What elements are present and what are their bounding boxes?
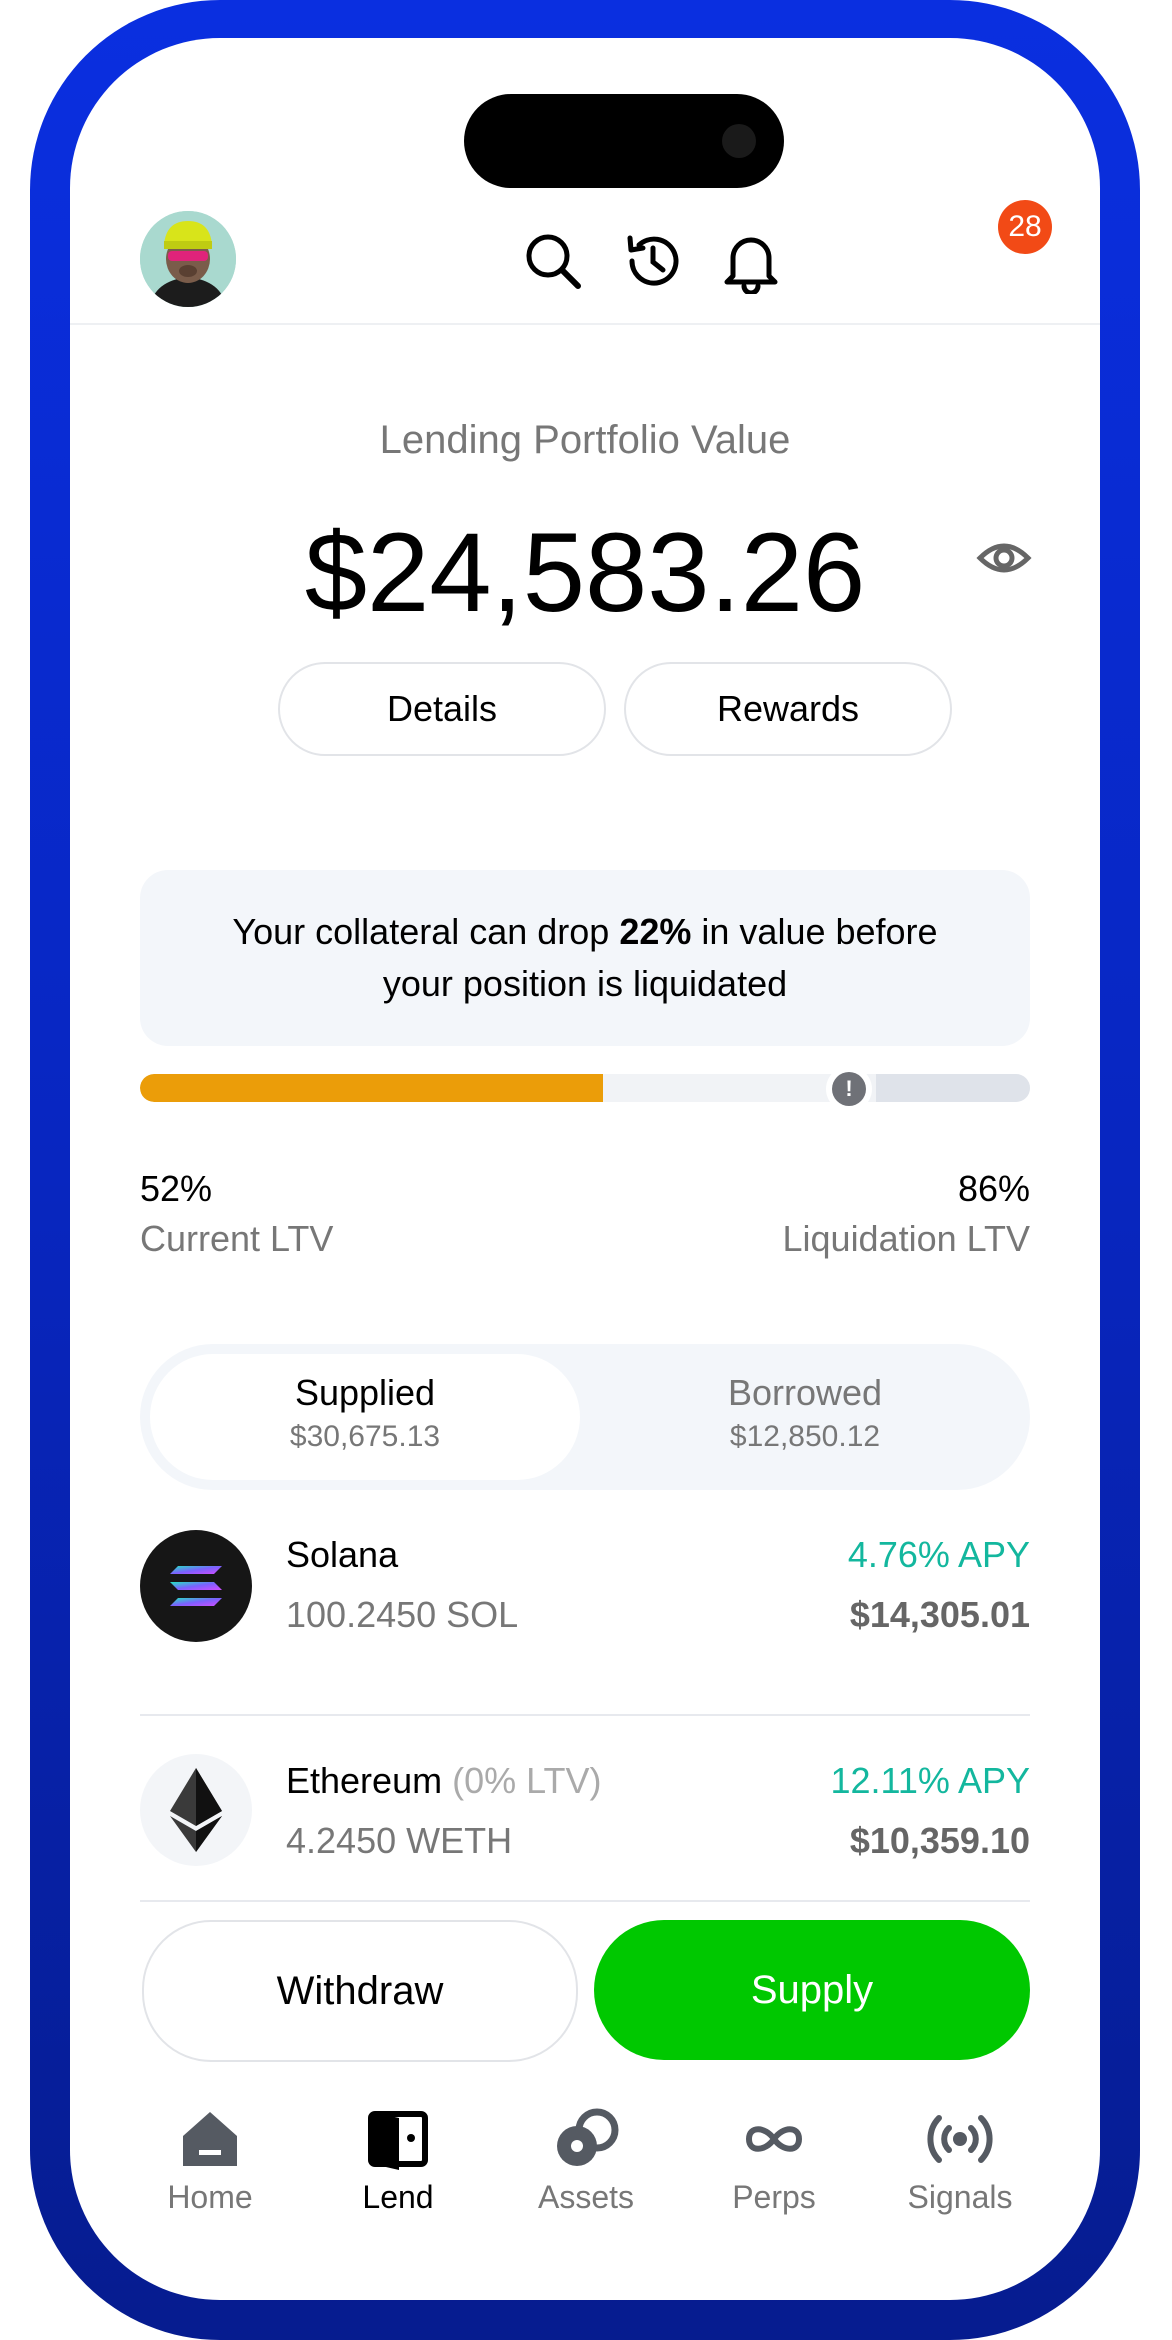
- search-icon[interactable]: [518, 226, 588, 296]
- current-ltv-label: Current LTV: [140, 1218, 334, 1259]
- liquidation-ltv-label: Liquidation LTV: [782, 1218, 1031, 1259]
- row-divider: [140, 1900, 1030, 1902]
- solana-icon: [140, 1530, 252, 1642]
- assets-icon: [557, 2108, 619, 2166]
- dynamic-island: [464, 94, 784, 188]
- asset-name: Ethereum: [286, 1760, 443, 1801]
- nav-assets[interactable]: Assets: [516, 2108, 656, 2216]
- tab-borrowed-label: Borrowed: [727, 1372, 883, 1413]
- notice-line2: your position is liquidated: [382, 963, 788, 1004]
- home-icon: [183, 2112, 237, 2166]
- lend-icon: [368, 2111, 428, 2170]
- asset-amount: 100.2450 SOL: [286, 1594, 519, 1635]
- liquidation-notice: Your collateral can drop 22% in value be…: [140, 870, 1030, 1046]
- tab-supplied-amount: $30,675.13: [289, 1420, 441, 1453]
- asset-name-line: Ethereum (0% LTV): [286, 1760, 601, 1802]
- ltv-fill: [140, 1074, 603, 1102]
- nav-perps[interactable]: Perps: [704, 2108, 844, 2216]
- tab-supplied-label: Supplied: [294, 1372, 436, 1413]
- bell-icon[interactable]: [716, 226, 786, 296]
- asset-apy: 12.11% APY: [830, 1760, 1030, 1801]
- screen: 28 Lending Portfolio Value $24,583.26 De…: [70, 38, 1100, 2300]
- asset-usd-value: $10,359.10: [849, 1820, 1030, 1861]
- liquidation-ltv-value: 86%: [957, 1168, 1030, 1209]
- nav-label: Signals: [907, 2179, 1013, 2215]
- nav-label: Assets: [537, 2179, 635, 2215]
- asset-ltv-note: (0% LTV): [452, 1760, 602, 1801]
- asset-name: Solana: [286, 1534, 399, 1575]
- tab-borrowed[interactable]: Borrowed $12,850.12: [590, 1354, 1020, 1480]
- liquidation-marker-icon[interactable]: !: [832, 1072, 866, 1106]
- avatar[interactable]: [140, 211, 236, 307]
- tab-supplied[interactable]: Supplied $30,675.13: [150, 1354, 580, 1480]
- phone-frame: 28 Lending Portfolio Value $24,583.26 De…: [30, 0, 1140, 2340]
- nav-label: Perps: [732, 2179, 816, 2215]
- eye-icon[interactable]: [974, 528, 1034, 588]
- ethereum-icon: [140, 1754, 252, 1866]
- asset-apy: 4.76% APY: [847, 1534, 1030, 1575]
- asset-row[interactable]: Solana 100.2450 SOL 4.76% APY $14,305.01: [140, 1530, 1030, 1660]
- asset-amount: 4.2450 WETH: [286, 1820, 513, 1861]
- nav-label: Lend: [362, 2179, 434, 2215]
- portfolio-value: $24,583.26: [304, 510, 866, 635]
- notification-badge: 28: [998, 200, 1052, 254]
- infinity-icon: [745, 2126, 803, 2152]
- history-icon[interactable]: [618, 226, 688, 296]
- camera: [722, 124, 756, 158]
- liquidation-zone: [876, 1074, 1030, 1102]
- current-ltv-value: 52%: [140, 1168, 213, 1209]
- withdraw-button[interactable]: Withdraw: [142, 1920, 578, 2062]
- notice-highlight: 22%: [619, 911, 692, 952]
- tab-borrowed-amount: $12,850.12: [729, 1420, 881, 1453]
- supply-button[interactable]: Supply: [594, 1920, 1030, 2060]
- rewards-button[interactable]: Rewards: [624, 662, 952, 756]
- signal-icon: [927, 2115, 993, 2163]
- nav-home[interactable]: Home: [140, 2108, 280, 2216]
- asset-usd-value: $14,305.01: [849, 1594, 1030, 1635]
- details-button[interactable]: Details: [278, 662, 606, 756]
- portfolio-label: Lending Portfolio Value: [379, 418, 791, 462]
- nav-label: Home: [167, 2179, 253, 2215]
- nav-signals[interactable]: Signals: [890, 2108, 1030, 2216]
- notice-prefix: Your collateral can drop: [232, 911, 620, 952]
- notice-suffix: in value before: [691, 911, 938, 952]
- row-divider: [140, 1714, 1030, 1716]
- header-divider: [70, 323, 1100, 325]
- asset-row[interactable]: Ethereum (0% LTV) 4.2450 WETH 12.11% APY…: [140, 1754, 1030, 1886]
- nav-lend[interactable]: Lend: [328, 2108, 468, 2216]
